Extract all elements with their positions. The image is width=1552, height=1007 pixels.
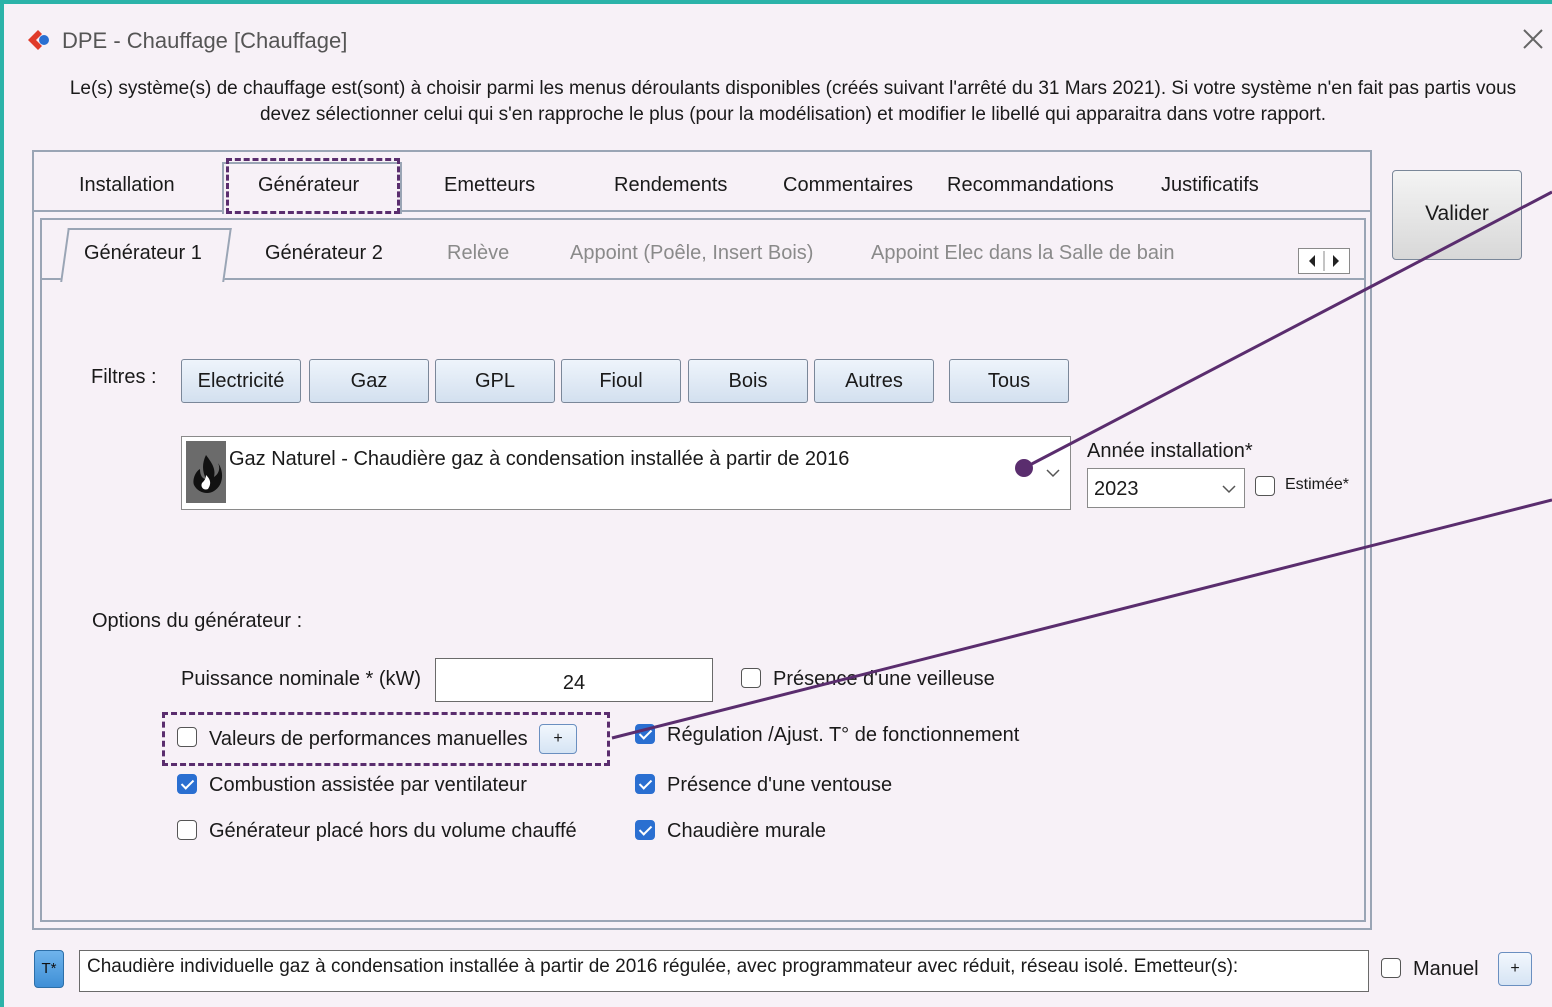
veilleuse-checkbox[interactable] xyxy=(741,668,761,688)
subtab-appoint-bois[interactable]: Appoint (Poêle, Insert Bois) xyxy=(570,242,813,265)
puissance-label: Puissance nominale * (kW) xyxy=(181,668,422,690)
window-title: DPE - Chauffage [Chauffage] xyxy=(62,28,348,53)
chevron-down-icon[interactable] xyxy=(1220,482,1238,496)
t-star-button[interactable]: T* xyxy=(34,950,64,988)
tab-justificatifs[interactable]: Justificatifs xyxy=(1161,174,1259,197)
estimee-label: Estimée* xyxy=(1285,476,1350,493)
chevron-right-icon xyxy=(1333,255,1339,267)
close-icon[interactable] xyxy=(1520,26,1546,52)
filter-bois-button[interactable]: Bois xyxy=(688,359,808,403)
estimee-checkbox[interactable] xyxy=(1255,476,1275,496)
tab-rendements[interactable]: Rendements xyxy=(614,174,727,197)
subtab-panel xyxy=(40,218,1366,922)
hors-volume-checkbox[interactable] xyxy=(177,820,197,840)
annotation-box-generateur-tab xyxy=(226,158,400,214)
manuel-checkbox[interactable] xyxy=(1381,958,1401,978)
subtab-scroll-arrows[interactable] xyxy=(1298,248,1350,274)
intro-line-1: Le(s) système(s) de chauffage est(sont) … xyxy=(69,78,1517,99)
manuel-label: Manuel xyxy=(1413,958,1479,980)
filter-autres-button[interactable]: Autres xyxy=(814,359,934,403)
tab-commentaires[interactable]: Commentaires xyxy=(783,174,913,197)
filter-tous-button[interactable]: Tous xyxy=(949,359,1069,403)
ventouse-label: Présence d'une ventouse xyxy=(667,774,893,796)
ventouse-checkbox[interactable] xyxy=(635,774,655,794)
flame-icon xyxy=(186,441,226,503)
dialog-window: DPE - Chauffage [Chauffage] Le(s) systèm… xyxy=(0,0,1552,1007)
subtab-generateur-1[interactable]: Générateur 1 xyxy=(84,242,202,265)
tab-emetteurs[interactable]: Emetteurs xyxy=(444,174,535,197)
subtab-generateur-2[interactable]: Générateur 2 xyxy=(265,242,383,265)
filtres-label: Filtres : xyxy=(91,366,157,388)
footer-plus-button[interactable]: + xyxy=(1498,952,1532,986)
murale-checkbox[interactable] xyxy=(635,820,655,840)
generator-select-value: Gaz Naturel - Chaudière gaz à condensati… xyxy=(229,448,850,470)
regulation-checkbox[interactable] xyxy=(635,724,655,744)
veilleuse-label: Présence d'une veilleuse xyxy=(773,668,995,690)
hors-volume-label: Générateur placé hors du volume chauffé xyxy=(209,820,577,842)
valider-label: Valider xyxy=(1425,202,1489,225)
tab-installation[interactable]: Installation xyxy=(79,174,175,197)
combustion-checkbox[interactable] xyxy=(177,774,197,794)
subtab-appoint-elec[interactable]: Appoint Elec dans la Salle de bain xyxy=(871,242,1175,265)
puissance-value: 24 xyxy=(562,672,586,694)
annotation-box-valeurs-manuelles xyxy=(162,712,610,766)
intro-line-2: devez sélectionner celui qui s'en rappro… xyxy=(259,104,1327,125)
filter-gaz-button[interactable]: Gaz xyxy=(309,359,429,403)
libelle-value: Chaudière individuelle gaz à condensatio… xyxy=(87,956,1239,977)
chevron-down-icon[interactable] xyxy=(1044,466,1062,480)
annee-label: Année installation* xyxy=(1087,440,1253,462)
app-logo-icon xyxy=(26,28,52,52)
subtab-releve[interactable]: Relève xyxy=(447,242,509,265)
annee-value: 2023 xyxy=(1094,478,1139,500)
subtab-strip-line xyxy=(42,278,1364,280)
tab-recommandations[interactable]: Recommandations xyxy=(947,174,1114,197)
regulation-label: Régulation /Ajust. T° de fonctionnement xyxy=(667,724,1020,746)
filter-electricite-button[interactable]: Electricité xyxy=(181,359,301,403)
chevron-left-icon xyxy=(1309,255,1315,267)
murale-label: Chaudière murale xyxy=(667,820,826,842)
filter-gpl-button[interactable]: GPL xyxy=(435,359,555,403)
filter-fioul-button[interactable]: Fioul xyxy=(561,359,681,403)
combustion-label: Combustion assistée par ventilateur xyxy=(209,774,527,796)
options-title: Options du générateur : xyxy=(92,610,303,632)
